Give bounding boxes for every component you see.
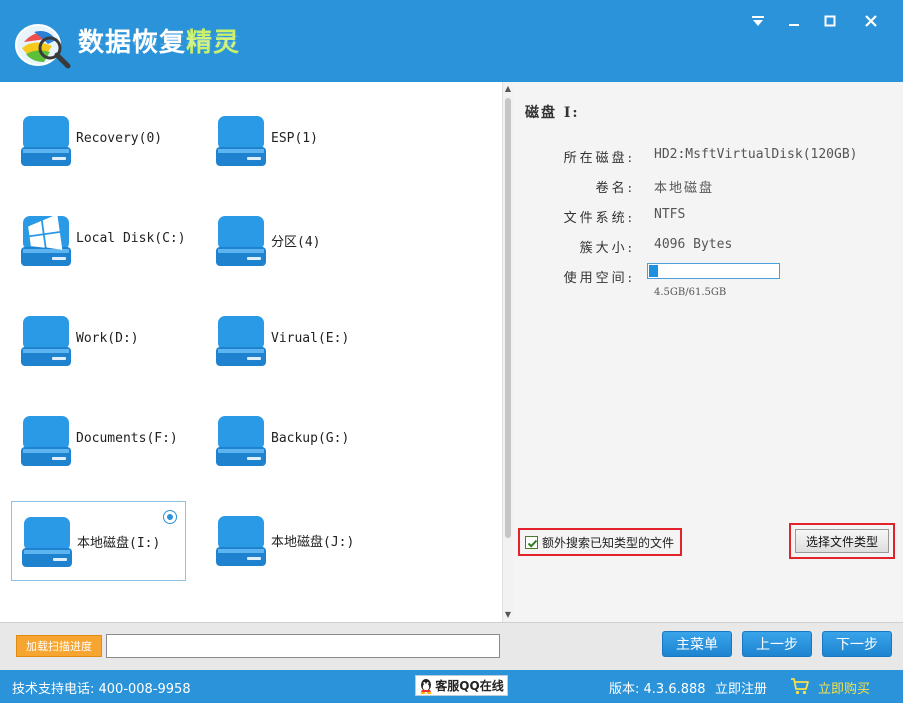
detail-key: 簇大小: [579,241,635,256]
detail-value: 4096 Bytes [654,237,733,252]
previous-step-button[interactable]: 上一步 [742,631,812,657]
version-text: 版本: 4.3.6.888 [609,682,706,697]
main-menu-button[interactable]: 主菜单 [662,631,732,657]
drive-label: 分区(4) [271,235,321,250]
minimize-icon [789,24,799,26]
drive-item[interactable]: 分区(4) [206,201,381,281]
windows-disk-icon [21,215,71,266]
detail-key: 使用空间: [563,271,635,286]
checkmark-icon [527,539,538,548]
disk-icon [21,416,71,466]
used-space-text: 4.5GB/61.5GB [654,287,727,298]
drive-list-scrollbar[interactable]: ▲ ▼ [503,82,513,622]
close-button[interactable] [858,8,884,34]
buy-now-link[interactable]: 立即购买 [818,678,870,697]
disk-icon [216,416,266,466]
drive-label: Virual(E:) [271,331,350,346]
drive-label: Recovery(0) [76,131,163,146]
drive-label: 本地磁盘(J:) [271,535,355,550]
disk-icon [216,216,266,266]
drive-item[interactable]: Local Disk(C:) [11,201,186,281]
detail-value: NTFS [654,207,686,222]
selected-radio-icon[interactable] [163,510,177,524]
app-title-reflection-main: 数据恢复 [78,33,187,48]
menu-icon [752,16,764,26]
select-file-types-button[interactable]: 选择文件类型 [795,529,889,553]
drive-label: ESP(1) [271,131,318,146]
maximize-button[interactable] [817,8,843,34]
detail-row-cluster-size: 簇大小: 4096 Bytes [513,233,903,257]
drive-item[interactable]: Recovery(0) [11,101,186,181]
title-bar: 数据恢复精灵 数据恢复精灵 [0,0,903,82]
detail-row-volume-name: 卷名: 本地磁盘 [513,173,903,197]
drive-label: Documents(F:) [76,431,178,446]
maximize-icon [824,15,836,27]
disk-icon [21,116,71,166]
minimize-button[interactable] [781,8,807,34]
drive-item[interactable]: ESP(1) [206,101,381,181]
qq-support-label: 客服QQ在线 [435,679,504,693]
disk-icon [216,116,266,166]
disk-details-panel: 磁盘 I: 所在磁盘: HD2:MsftVirtualDisk(120GB) 卷… [513,82,903,622]
drive-label: Backup(G:) [271,431,350,446]
scan-progress-input[interactable] [106,634,500,658]
shopping-cart-icon[interactable] [790,676,810,696]
detail-value: HD2:MsftVirtualDisk(120GB) [654,147,858,162]
disk-icon [216,316,266,366]
qq-support-button[interactable]: 客服QQ在线 [415,675,508,696]
app-title-reflection-accent: 精灵 [186,33,241,48]
scroll-thumb[interactable] [505,98,511,538]
support-phone: 技术支持电话: 400-008-9958 [12,682,191,697]
drive-item[interactable]: Documents(F:) [11,401,186,481]
app-logo-icon [15,24,71,69]
scroll-down-icon[interactable]: ▼ [503,610,513,620]
select-types-highlight: 选择文件类型 [789,523,895,559]
drive-item[interactable]: Work(D:) [11,301,186,381]
disk-icon [216,516,266,566]
extra-search-option[interactable]: 额外搜索已知类型的文件 [518,528,682,556]
disk-icon [22,517,72,567]
register-link[interactable]: 立即注册 [715,678,767,697]
drive-label: 本地磁盘(I:) [77,536,161,551]
app-title-reflection: 数据恢复精灵 [78,33,240,50]
qq-penguin-icon [420,678,432,694]
drive-item[interactable]: 本地磁盘(J:) [206,501,381,581]
used-space-bar [647,263,780,279]
detail-row-host-disk: 所在磁盘: HD2:MsftVirtualDisk(120GB) [513,143,903,167]
extra-search-checkbox[interactable] [525,535,538,549]
drive-item[interactable]: Backup(G:) [206,401,381,481]
extra-search-label: 额外搜索已知类型的文件 [542,535,675,550]
close-icon [865,15,877,27]
status-bar: 技术支持电话: 400-008-9958 客服QQ在线 版本: 4.3.6.88… [0,670,903,703]
drive-list: Recovery(0) ESP(1) Local Disk(C:) 分区(4) Work… [0,82,503,622]
drive-item[interactable]: Virual(E:) [206,301,381,381]
drive-item[interactable]: 本地磁盘(I:) [11,501,186,581]
menu-button[interactable] [745,8,771,34]
disk-icon [21,316,71,366]
detail-value: 本地磁盘 [654,181,715,196]
used-space-fill [649,265,658,277]
next-step-button[interactable]: 下一步 [822,631,892,657]
scroll-up-icon[interactable]: ▲ [503,84,513,94]
drive-label: Work(D:) [76,331,139,346]
load-scan-progress-button[interactable]: 加载扫描进度 [16,635,102,657]
drive-label: Local Disk(C:) [76,231,186,246]
detail-key: 卷名: [595,181,635,196]
disk-title: 磁盘 I: [525,105,580,121]
detail-key: 所在磁盘: [563,151,635,166]
detail-row-file-system: 文件系统: NTFS [513,203,903,227]
detail-key: 文件系统: [563,211,635,226]
action-bar: 加载扫描进度 主菜单 上一步 下一步 [0,622,903,670]
